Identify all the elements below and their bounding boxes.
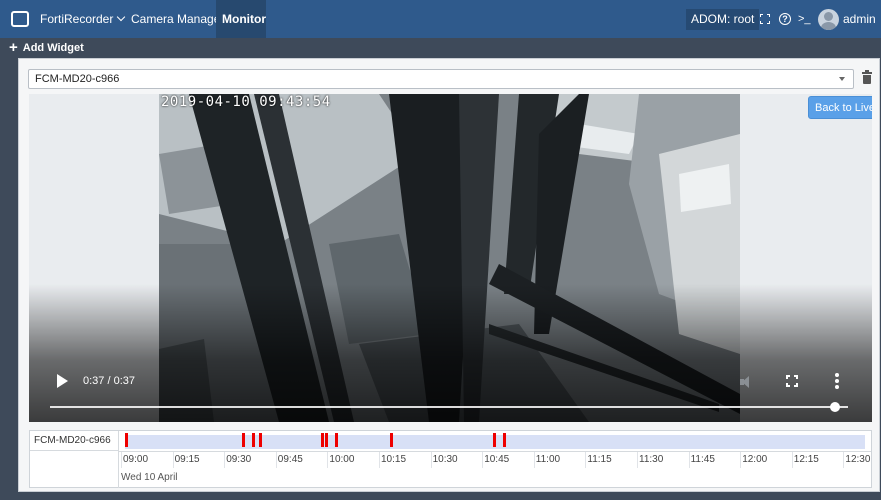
camera-select[interactable]: FCM-MD20-c966 [28, 69, 854, 89]
recording-event-marker[interactable] [389, 433, 393, 447]
timeline-tick-label: 11:00 [535, 454, 561, 465]
timeline-date: Wed 10 April [121, 472, 178, 483]
top-bar: FortiRecorder Camera Manager Monitor ADO… [0, 0, 881, 38]
trash-icon[interactable] [862, 70, 872, 84]
app-switcher[interactable]: FortiRecorder [40, 0, 126, 38]
play-icon[interactable] [57, 374, 68, 388]
more-options-icon[interactable] [835, 373, 839, 389]
timeline-gridline [224, 452, 226, 468]
timeline-tick-label: 11:15 [587, 454, 612, 465]
timeline-tick-label: 09:00 [123, 454, 149, 465]
osd-timestamp: 2019-04-10 09:43:54 [161, 94, 331, 110]
toolbar: + Add Widget [0, 38, 881, 58]
timeline-tick-label: 10:45 [484, 454, 510, 465]
timeline-tick-label: 09:30 [226, 454, 252, 465]
progress-handle[interactable] [830, 402, 840, 412]
video-player[interactable]: 2019-04-10 09:43:54 Back to Live 0:37 / … [29, 94, 872, 422]
recording-event-marker[interactable] [324, 433, 328, 447]
recording-timeline: FCM-MD20-c966 Wed 10 April 09:00 09:15 09:… [29, 430, 872, 488]
timeline-gridline [482, 452, 484, 468]
timeline-gridline [379, 452, 380, 468]
timeline-gridline [172, 452, 174, 468]
timeline-gridline [740, 452, 742, 468]
fullscreen-icon[interactable] [786, 375, 798, 387]
help-icon[interactable]: ? [779, 13, 791, 25]
recording-event-marker[interactable] [493, 433, 497, 447]
monitor-widget: FCM-MD20-c966 2019-04-10 09:43:54 Back t… [18, 58, 880, 492]
adom-selector[interactable]: ADOM: root [686, 9, 760, 30]
recording-event-marker[interactable] [259, 433, 263, 447]
controls-gradient [29, 284, 872, 422]
timeline-gridline [688, 452, 690, 468]
terminal-icon[interactable]: >_ [798, 12, 811, 26]
add-widget-button[interactable]: + Add Widget [9, 40, 84, 56]
timeline-gridline [585, 452, 587, 468]
timeline-tick-label: 10:15 [381, 454, 407, 465]
app-grid-icon[interactable] [11, 11, 29, 27]
timeline-axis: Wed 10 April 09:00 09:15 09:30 09:45 10:00 10… [119, 451, 871, 488]
chevron-down-icon [117, 12, 126, 22]
plus-icon: + [9, 39, 18, 56]
timeline-tick-label: 09:45 [277, 454, 303, 465]
timeline-tick-label: 10:00 [329, 454, 355, 465]
recording-event-marker[interactable] [252, 433, 256, 447]
timeline-gridline [637, 452, 638, 468]
timeline-tick-label: 09:15 [174, 454, 200, 465]
time-display: 0:37 / 0:37 [83, 375, 135, 387]
timeline-tick-label: 12:15 [793, 454, 819, 465]
fullscreen-icon[interactable] [760, 14, 770, 24]
user-menu[interactable]: admin [843, 0, 876, 38]
volume-icon[interactable] [740, 376, 750, 388]
tab-camera-manager[interactable]: Camera Manager [131, 0, 224, 38]
camera-select-value: FCM-MD20-c966 [35, 73, 120, 85]
timeline-camera-label: FCM-MD20-c966 [30, 431, 119, 451]
recording-event-marker[interactable] [334, 433, 338, 447]
timeline-tick-label: 12:30 [845, 454, 871, 465]
recording-event-marker[interactable] [125, 433, 128, 447]
back-to-live-button[interactable]: Back to Live [808, 96, 872, 119]
progress-bar[interactable] [50, 406, 848, 408]
recording-event-marker[interactable] [503, 433, 507, 447]
user-name: admin [843, 12, 876, 26]
caret-down-icon [839, 77, 845, 81]
avatar[interactable] [818, 9, 839, 30]
app-name: FortiRecorder [40, 12, 114, 26]
timeline-track[interactable] [125, 433, 865, 449]
timeline-tick-label: 11:45 [690, 454, 715, 465]
timeline-tick-label: 12:00 [742, 454, 768, 465]
timeline-tick-label: 11:30 [639, 454, 664, 465]
recording-event-marker[interactable] [241, 433, 245, 447]
timeline-gridline [533, 452, 535, 468]
timeline-gridline [843, 452, 845, 468]
timeline-gridline [791, 452, 793, 468]
timeline-gridline [275, 452, 277, 468]
timeline-gridline [121, 452, 122, 468]
add-widget-label: Add Widget [22, 42, 84, 54]
timeline-gridline [430, 452, 432, 468]
timeline-tick-label: 10:30 [432, 454, 458, 465]
timeline-gridline [327, 452, 329, 468]
tab-monitor[interactable]: Monitor [216, 0, 266, 38]
